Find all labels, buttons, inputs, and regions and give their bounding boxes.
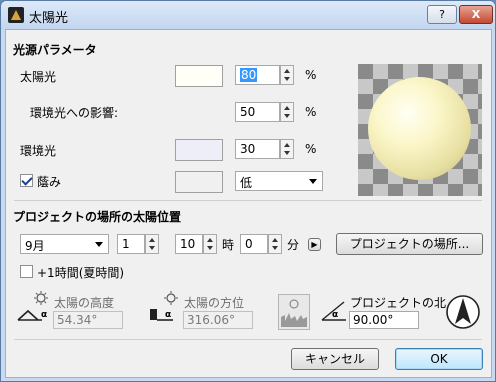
window-title: 太陽光 xyxy=(29,11,69,26)
divider xyxy=(14,200,482,201)
chevron-down-icon xyxy=(309,179,317,184)
project-north-value[interactable]: 90.00° xyxy=(349,311,419,329)
ambient-effect-unit: % xyxy=(305,105,317,119)
preview-sphere xyxy=(368,77,471,180)
ambient-unit: % xyxy=(305,142,317,156)
dialog-body: 光源パラメータ 太陽光 80 % 環境光への影響: 50 % 環境光 30 % … xyxy=(5,29,492,378)
project-north-icon: α xyxy=(321,301,346,321)
divider xyxy=(14,339,482,340)
archicad-app-icon xyxy=(8,7,24,23)
svg-text:α: α xyxy=(41,310,47,320)
sun-unit: % xyxy=(305,68,317,82)
close-button[interactable]: X xyxy=(459,5,493,24)
cancel-button[interactable]: キャンセル xyxy=(291,348,379,370)
sun-diagram-icon xyxy=(281,299,307,327)
sun-dialog: 太陽光 ? X 光源パラメータ 太陽光 80 % 環境光への影響: 50 % 環… xyxy=(0,0,496,382)
azimuth-value: 316.06° xyxy=(183,311,253,329)
help-button[interactable]: ? xyxy=(427,5,457,24)
day-stepper[interactable] xyxy=(145,234,159,254)
altitude-value: 54.34° xyxy=(53,311,123,329)
minute-stepper[interactable] xyxy=(268,234,282,254)
play-icon: ▶ xyxy=(311,240,318,249)
title-bar: 太陽光 ? X xyxy=(1,1,495,29)
play-animation-button[interactable]: ▶ xyxy=(308,238,321,251)
altitude-label: 太陽の高度 xyxy=(54,296,115,310)
ambient-effect-label: 環境光への影響: xyxy=(30,106,119,120)
ambient-label: 環境光 xyxy=(20,144,57,158)
ambient-input[interactable]: 30 xyxy=(235,139,280,159)
minute-input[interactable]: 0 xyxy=(240,234,268,254)
sun-position-header: プロジェクトの場所の太陽位置 xyxy=(13,210,182,224)
sun-label: 太陽光 xyxy=(20,70,57,84)
shadow-label: 蔭み xyxy=(37,175,62,189)
chevron-down-icon xyxy=(95,242,103,247)
shadow-level-select[interactable]: 低 xyxy=(235,171,323,191)
month-select[interactable]: 9月 xyxy=(20,234,109,254)
sun-preview-image xyxy=(358,64,482,196)
svg-text:α: α xyxy=(165,310,171,320)
sun-azimuth-icon: α xyxy=(150,291,178,321)
light-params-header: 光源パラメータ xyxy=(13,43,97,57)
project-north-label: プロジェクトの北 xyxy=(350,296,447,310)
sun-altitude-icon: α xyxy=(17,291,48,321)
minute-label: 分 xyxy=(287,238,300,252)
north-arrow-icon[interactable] xyxy=(445,294,481,330)
ambient-color-swatch[interactable] xyxy=(175,139,223,161)
dst-checkbox[interactable] xyxy=(20,265,33,278)
sun-diagram-thumbnail[interactable] xyxy=(278,294,310,330)
hour-label: 時 xyxy=(222,238,235,252)
shadow-level-value: 低 xyxy=(240,176,253,190)
hour-input[interactable]: 10 xyxy=(175,234,203,254)
sun-intensity-input[interactable]: 80 xyxy=(235,65,280,85)
ok-button[interactable]: OK xyxy=(395,348,483,370)
day-input[interactable]: 1 xyxy=(117,234,145,254)
azimuth-label: 太陽の方位 xyxy=(184,296,245,310)
ambient-effect-stepper[interactable] xyxy=(280,102,294,122)
ambient-stepper[interactable] xyxy=(280,139,294,159)
month-value: 9月 xyxy=(25,239,45,253)
project-location-button[interactable]: プロジェクトの場所... xyxy=(336,233,483,255)
sun-intensity-stepper[interactable] xyxy=(280,65,294,85)
sun-color-swatch[interactable] xyxy=(175,65,223,87)
ambient-effect-input[interactable]: 50 xyxy=(235,102,280,122)
dst-label: +1時間(夏時間) xyxy=(37,266,125,280)
svg-text:α: α xyxy=(332,310,338,320)
shadow-color-swatch[interactable] xyxy=(175,171,223,193)
shadow-checkbox[interactable] xyxy=(20,174,33,187)
hour-stepper[interactable] xyxy=(203,234,217,254)
